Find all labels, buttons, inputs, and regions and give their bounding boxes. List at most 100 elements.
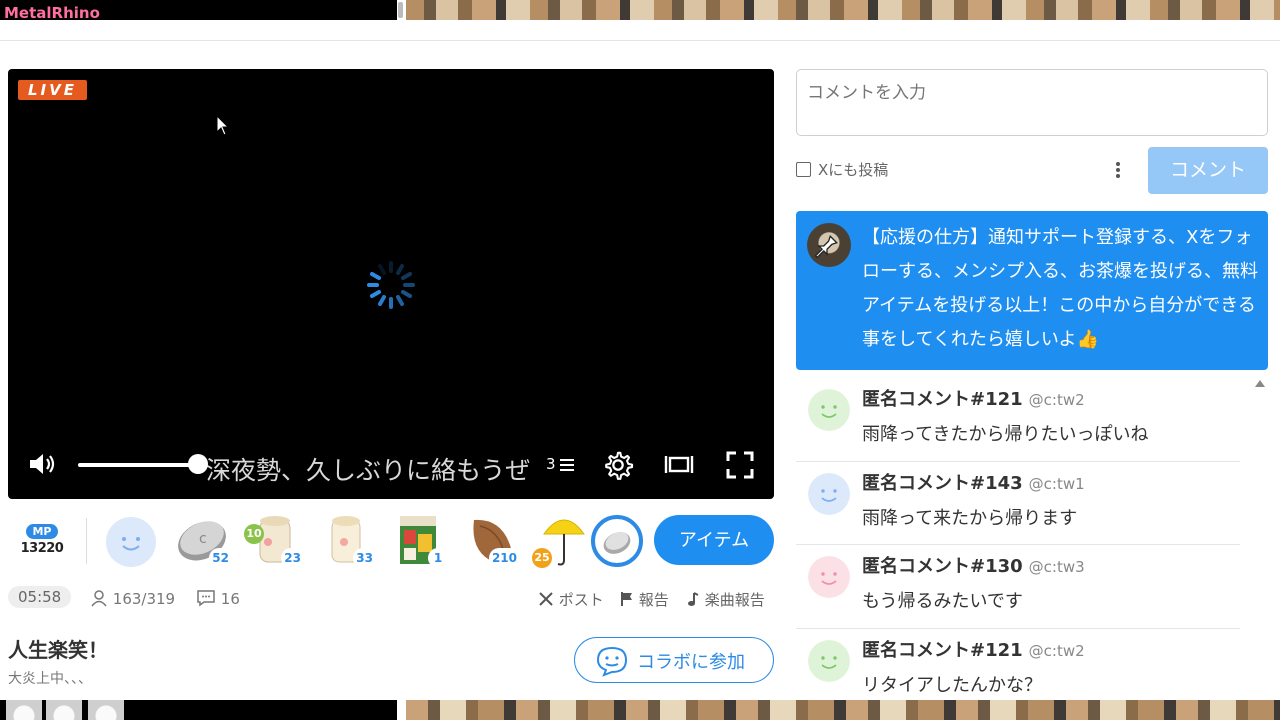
- music-note-icon: [688, 592, 699, 606]
- gift-level: 25: [532, 548, 552, 568]
- gift-count: 210: [488, 548, 520, 568]
- cat-emoji-icon: [46, 700, 82, 720]
- comment-author: 匿名コメント#143 @c:tw1: [862, 469, 1085, 495]
- comment-submit-button[interactable]: コメント: [1148, 147, 1268, 194]
- report-link[interactable]: 報告: [620, 589, 669, 610]
- smile-avatar-icon[interactable]: [808, 389, 850, 431]
- theater-mode-icon[interactable]: [664, 450, 694, 480]
- person-icon: [91, 590, 107, 607]
- mouse-cursor-icon: [216, 115, 230, 136]
- viewer-count-value: 163/319: [112, 590, 176, 608]
- gift-level: 10: [244, 524, 264, 544]
- gift-count: 1: [428, 548, 448, 568]
- pinned-comment: 【応援の仕方】通知サポート登録する、Xをフォローする、メンシプ入る、お茶爆を投げ…: [796, 211, 1268, 370]
- gift-coin-ring[interactable]: [590, 510, 648, 570]
- gift-item-bar: MP 13220 c 52 10 23 33 1 210 25 アイテム: [8, 510, 774, 572]
- comment-item: 匿名コメント#130 @c:tw3 もう帰るみたいです: [796, 545, 1240, 629]
- comment-author-name: 匿名コメント#121: [862, 389, 1023, 410]
- comment-handle: @c:tw3: [1028, 558, 1085, 576]
- flag-icon: [621, 592, 632, 606]
- pinned-comment-text: 【応援の仕方】通知サポート登録する、Xをフォローする、メンシプ入る、お茶爆を投げ…: [862, 227, 1258, 350]
- comment-layer-toggle[interactable]: 3: [546, 455, 576, 473]
- comment-item: 匿名コメント#121 @c:tw2 雨降ってきたから帰りたいっぽいね: [796, 378, 1240, 462]
- viewer-count: 163/319: [90, 589, 175, 608]
- loading-spinner-icon: [367, 261, 415, 309]
- pin-icon: [814, 235, 838, 259]
- mp-badge: MP: [26, 524, 58, 539]
- comment-input[interactable]: [796, 69, 1268, 136]
- gift-count: 33: [353, 548, 376, 568]
- comment-author: 匿名コメント#121 @c:tw2: [862, 385, 1085, 411]
- music-report-label: 楽曲報告: [704, 591, 765, 609]
- collab-join-label: コラボに参加: [637, 652, 745, 672]
- comment-item: 匿名コメント#121 @c:tw2 リタイアしたんかな？: [796, 629, 1240, 701]
- elapsed-time: 05:58: [8, 586, 72, 608]
- post-to-x-link[interactable]: ポスト: [538, 589, 604, 610]
- stream-overlay-text: 深夜勢、久しぶりに絡もうぜ: [206, 456, 531, 485]
- smile-avatar-icon[interactable]: [808, 639, 850, 682]
- volume-slider[interactable]: [78, 463, 202, 467]
- gift-ricecake[interactable]: 10 23: [244, 510, 304, 570]
- volume-icon[interactable]: [28, 450, 58, 478]
- header-divider: [0, 40, 1280, 41]
- comment-layer-count: 3: [546, 455, 556, 473]
- comment-handle: @c:tw2: [1028, 641, 1085, 660]
- items-button[interactable]: アイテム: [654, 515, 774, 565]
- volume-slider-knob[interactable]: [188, 454, 208, 474]
- gift-almond[interactable]: 210: [462, 510, 520, 570]
- stream-stats: 05:58 163/319 16 ポスト 報告 楽曲報告: [8, 586, 774, 610]
- collab-join-button[interactable]: コラボに参加: [574, 637, 774, 683]
- gift-umbrella[interactable]: 25: [532, 510, 592, 570]
- comment-text: 雨降ってきたから帰りたいっぽいね: [862, 424, 1149, 445]
- item-bar-divider: [86, 518, 87, 564]
- x-post-checkbox[interactable]: [796, 162, 811, 177]
- x-post-label[interactable]: Xにも投稿: [818, 159, 888, 180]
- svg-text:c: c: [199, 531, 207, 547]
- brand-logo[interactable]: MetalRhino: [4, 4, 100, 22]
- comment-text: もう帰るみたいです: [862, 591, 1023, 612]
- stream-description: 大炎上中、、、: [8, 671, 92, 687]
- bottom-banner-image: [406, 700, 1280, 720]
- cat-emoji-icon: [6, 700, 42, 720]
- collab-chat-icon: [596, 646, 628, 677]
- gift-tofu[interactable]: 33: [318, 510, 376, 570]
- comment-text: 雨降って来たから帰ります: [862, 507, 1078, 529]
- smile-face-icon: [106, 517, 156, 567]
- fullscreen-icon[interactable]: [725, 450, 755, 480]
- comment-handle: @c:tw2: [1028, 391, 1085, 409]
- gift-smile[interactable]: [102, 510, 160, 570]
- comment-author-name: 匿名コメント#121: [862, 639, 1023, 661]
- comment-author-name: 匿名コメント#130: [862, 556, 1023, 577]
- gift-coin[interactable]: c 52: [174, 510, 232, 570]
- comment-list[interactable]: 匿名コメント#121 @c:tw2 雨降ってきたから帰りたいっぽいね 匿名コメント…: [796, 378, 1256, 700]
- gift-count: 52: [209, 548, 232, 568]
- comment-bubble-icon: [197, 590, 215, 607]
- live-badge: LIVE: [18, 80, 87, 100]
- comment-scroll-up-icon[interactable]: [1255, 380, 1265, 387]
- x-logo-icon: [539, 592, 553, 606]
- top-scrollbar[interactable]: [398, 2, 403, 18]
- comment-item: 匿名コメント#143 @c:tw1 雨降って来たから帰ります: [796, 462, 1240, 545]
- mp-points[interactable]: MP 13220: [18, 520, 66, 556]
- top-banner-image: [406, 0, 1280, 20]
- post-label: ポスト: [558, 591, 604, 609]
- gift-magazine[interactable]: 1: [390, 510, 448, 570]
- smile-avatar-icon[interactable]: [808, 472, 850, 515]
- stream-title: 人生楽笑！: [8, 638, 108, 662]
- smile-avatar-icon[interactable]: [808, 556, 850, 598]
- cat-emoji-icon: [88, 700, 124, 720]
- gift-count: 23: [281, 548, 304, 568]
- avatar-bg: [808, 389, 850, 431]
- comment-text: リタイアしたんかな？: [862, 674, 1042, 696]
- comment-author: 匿名コメント#130 @c:tw3: [862, 552, 1085, 578]
- comment-handle: @c:tw1: [1028, 474, 1085, 493]
- coin-ring-icon: [591, 515, 643, 567]
- comment-author-name: 匿名コメント#143: [862, 472, 1023, 494]
- more-options-icon[interactable]: [1110, 160, 1126, 182]
- music-report-link[interactable]: 楽曲報告: [686, 589, 765, 610]
- settings-gear-icon[interactable]: [602, 450, 634, 480]
- video-player[interactable]: LIVE 深夜勢、久しぶりに絡もうぜ 3: [8, 69, 774, 499]
- report-label: 報告: [638, 591, 669, 609]
- comment-list-icon: [560, 458, 575, 471]
- comment-count: 16: [196, 589, 240, 608]
